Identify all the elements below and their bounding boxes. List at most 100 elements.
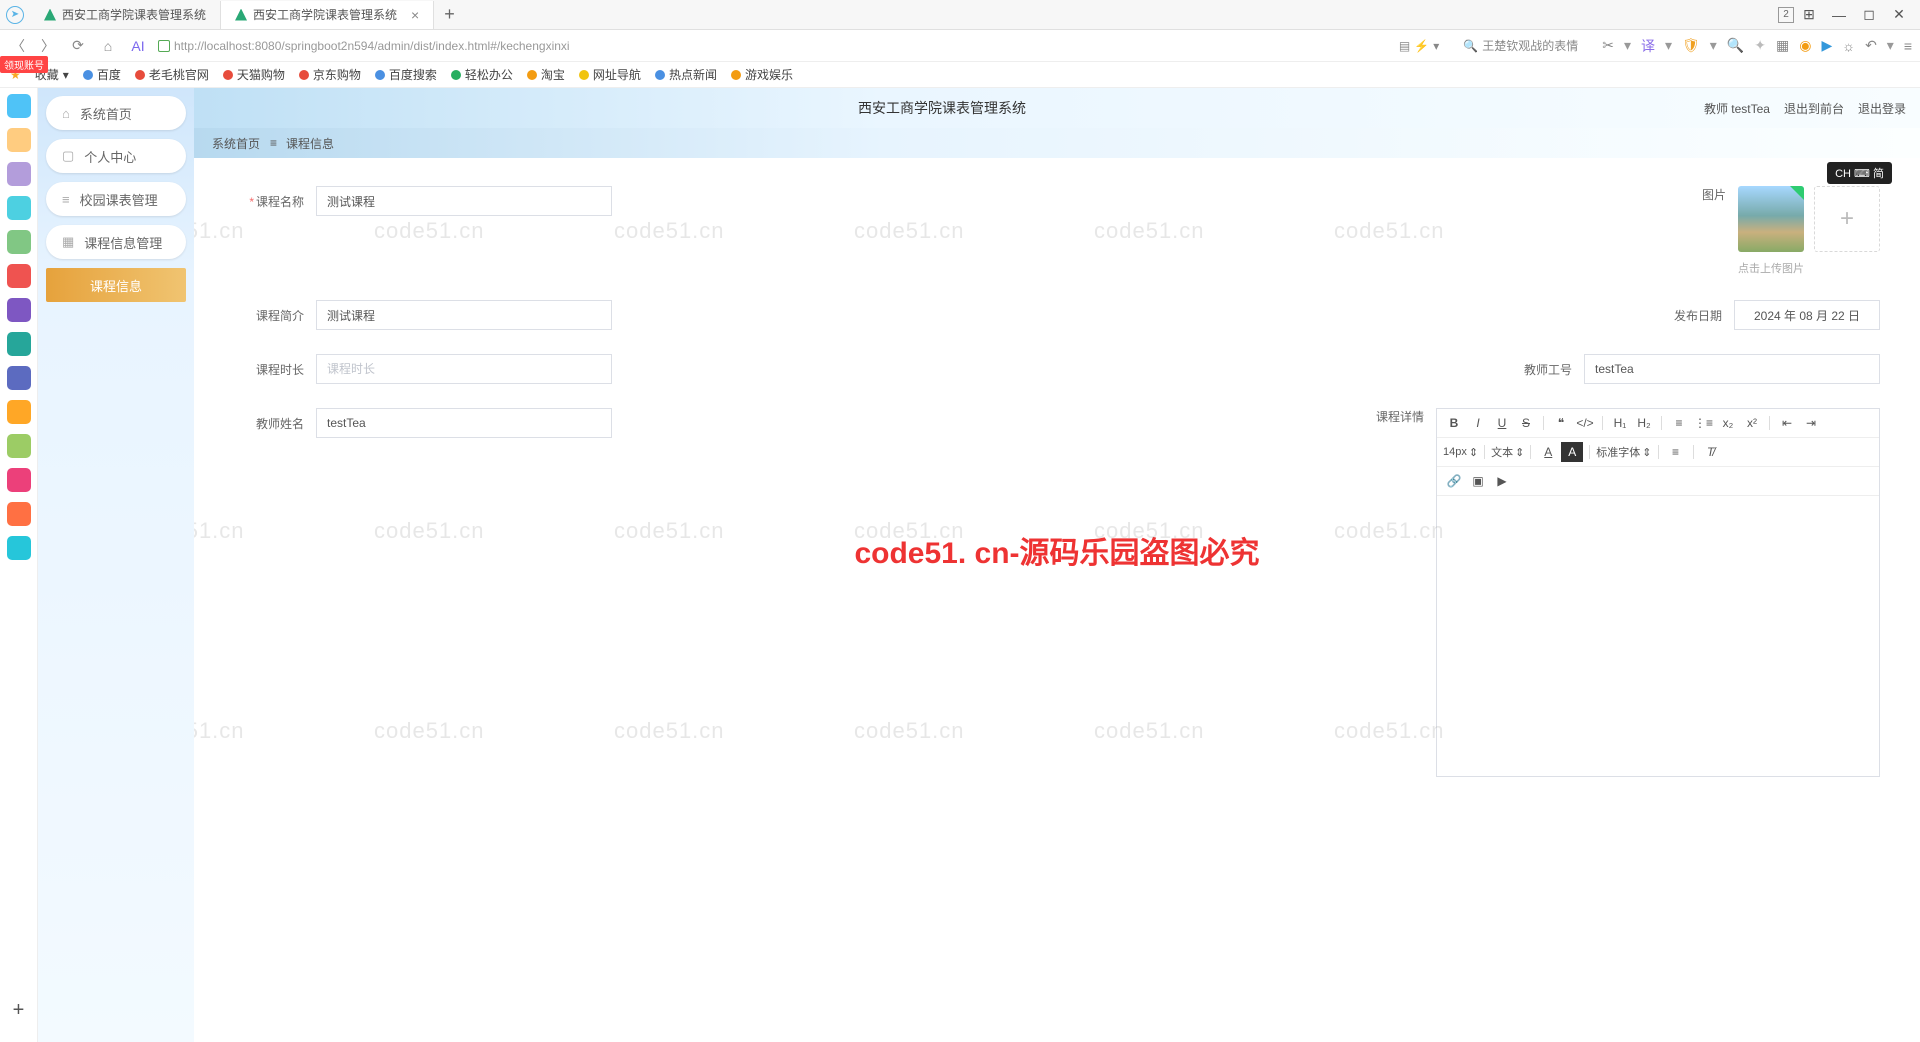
- dock-icon[interactable]: [7, 94, 31, 118]
- editor-code-icon[interactable]: </>: [1574, 413, 1596, 433]
- editor-sup-icon[interactable]: x²: [1741, 413, 1763, 433]
- ai-icon[interactable]: AI: [128, 38, 148, 54]
- bookmark-item[interactable]: 游戏娱乐: [731, 66, 793, 83]
- image-thumbnail[interactable]: [1738, 186, 1804, 252]
- browser-logo-icon: ➤: [6, 6, 24, 24]
- logout-link[interactable]: 退出登录: [1858, 100, 1906, 117]
- nav-back-icon[interactable]: 〈: [8, 36, 28, 56]
- dock-add-icon[interactable]: +: [13, 999, 25, 1022]
- apps-icon[interactable]: ▦: [1776, 37, 1789, 54]
- menu-icon[interactable]: ≡: [1904, 38, 1912, 54]
- editor-align-icon[interactable]: ≡: [1665, 442, 1687, 462]
- extension-icon[interactable]: ✦: [1754, 37, 1766, 54]
- input-course-intro[interactable]: [316, 300, 612, 330]
- input-course-duration[interactable]: [316, 354, 612, 384]
- search-dropdown-icon[interactable]: ▾: [1433, 39, 1439, 53]
- url-field[interactable]: http://localhost:8080/springboot2n594/ad…: [158, 39, 570, 53]
- dock-icon[interactable]: [7, 298, 31, 322]
- image-upload-button[interactable]: +: [1814, 186, 1880, 252]
- tab-count-badge[interactable]: 2: [1778, 7, 1794, 23]
- qr-icon[interactable]: ▤: [1399, 39, 1410, 53]
- nav-home-icon[interactable]: ⌂: [98, 38, 118, 54]
- editor-fontsize-select[interactable]: 14px ⇕: [1443, 446, 1478, 459]
- editor-outdent-icon[interactable]: ⇤: [1776, 413, 1798, 433]
- editor-strike-icon[interactable]: S: [1515, 413, 1537, 433]
- cut-icon[interactable]: ✂: [1602, 37, 1614, 54]
- dock-icon[interactable]: [7, 264, 31, 288]
- editor-text-select[interactable]: 文本 ⇕: [1491, 444, 1524, 460]
- nav-schedule[interactable]: ≡校园课表管理: [46, 182, 186, 216]
- editor-quote-icon[interactable]: ❝: [1550, 413, 1572, 433]
- browser-tab-0[interactable]: 西安工商学院课表管理系统: [30, 1, 221, 29]
- search-text[interactable]: 王楚钦观战的表情: [1482, 37, 1578, 54]
- bookmark-item[interactable]: 天猫购物: [223, 66, 285, 83]
- nav-forward-icon[interactable]: 〉: [38, 36, 58, 56]
- translate-icon[interactable]: 译: [1641, 36, 1655, 56]
- dock-icon[interactable]: [7, 332, 31, 356]
- tab-close-icon[interactable]: ×: [411, 7, 419, 23]
- undo-icon[interactable]: ↶: [1865, 37, 1877, 54]
- input-teacher-name[interactable]: [316, 408, 612, 438]
- dock-icon[interactable]: [7, 162, 31, 186]
- dock-icon[interactable]: [7, 434, 31, 458]
- dock-icon[interactable]: [7, 400, 31, 424]
- input-teacher-no[interactable]: [1584, 354, 1880, 384]
- editor-ol-icon[interactable]: ≡: [1668, 413, 1690, 433]
- exit-front-link[interactable]: 退出到前台: [1784, 100, 1844, 117]
- window-minimize-icon[interactable]: —: [1824, 7, 1854, 23]
- zoom-icon[interactable]: 🔍: [1727, 37, 1744, 54]
- editor-underline-icon[interactable]: U: [1491, 413, 1513, 433]
- dock-icon[interactable]: [7, 536, 31, 560]
- nav-course-info-active[interactable]: 课程信息: [46, 268, 186, 302]
- bookmark-item[interactable]: 网址导航: [579, 66, 641, 83]
- browser-tab-1[interactable]: 西安工商学院课表管理系统 ×: [221, 1, 434, 29]
- editor-h1-icon[interactable]: H₁: [1609, 413, 1631, 433]
- dock-icon[interactable]: [7, 366, 31, 390]
- input-course-name[interactable]: [316, 186, 612, 216]
- bookmark-item[interactable]: 淘宝: [527, 66, 565, 83]
- breadcrumb-home[interactable]: 系统首页: [212, 135, 260, 152]
- bookmark-item[interactable]: 京东购物: [299, 66, 361, 83]
- shield-icon: [158, 40, 170, 52]
- nav-reload-icon[interactable]: ⟳: [68, 37, 88, 54]
- window-close-icon[interactable]: ✕: [1884, 6, 1914, 23]
- editor-link-icon[interactable]: 🔗: [1443, 471, 1465, 491]
- bookmark-item[interactable]: 热点新闻: [655, 66, 717, 83]
- dock-icon[interactable]: [7, 468, 31, 492]
- editor-bgcolor-icon[interactable]: A: [1561, 442, 1583, 462]
- bookmark-item[interactable]: 百度: [83, 66, 121, 83]
- editor-clear-icon[interactable]: T̸: [1700, 442, 1722, 462]
- promo-tag[interactable]: 领现账号: [0, 56, 48, 73]
- editor-h2-icon[interactable]: H₂: [1633, 413, 1655, 433]
- editor-ul-icon[interactable]: ⋮≡: [1692, 413, 1715, 433]
- editor-indent-icon[interactable]: ⇥: [1800, 413, 1822, 433]
- dock-icon[interactable]: [7, 128, 31, 152]
- editor-image-icon[interactable]: ▣: [1467, 471, 1489, 491]
- bolt-icon[interactable]: ⚡: [1414, 39, 1429, 53]
- play-icon[interactable]: ▶: [1821, 37, 1832, 54]
- editor-bold-icon[interactable]: B: [1443, 413, 1465, 433]
- bookmark-item[interactable]: 轻松办公: [451, 66, 513, 83]
- settings-icon[interactable]: ☼: [1842, 38, 1855, 54]
- editor-video-icon[interactable]: ▶: [1491, 471, 1513, 491]
- bookmark-icon: [223, 70, 233, 80]
- window-menu-icon[interactable]: ⊞: [1794, 6, 1824, 23]
- nav-profile[interactable]: ▢个人中心: [46, 139, 186, 173]
- nav-home[interactable]: ⌂系统首页: [46, 96, 186, 130]
- dock-icon[interactable]: [7, 230, 31, 254]
- editor-body[interactable]: [1437, 496, 1879, 776]
- input-publish-date[interactable]: [1734, 300, 1880, 330]
- editor-color-icon[interactable]: A: [1537, 442, 1559, 462]
- globe-icon[interactable]: ◉: [1799, 37, 1811, 54]
- dock-icon[interactable]: [7, 196, 31, 220]
- security-icon[interactable]: 🛡: [1682, 37, 1700, 54]
- window-maximize-icon[interactable]: ◻: [1854, 6, 1884, 23]
- nav-course-manage[interactable]: ▦课程信息管理: [46, 225, 186, 259]
- editor-fontfamily-select[interactable]: 标准字体 ⇕: [1596, 444, 1651, 460]
- editor-italic-icon[interactable]: I: [1467, 413, 1489, 433]
- bookmark-item[interactable]: 百度搜索: [375, 66, 437, 83]
- editor-sub-icon[interactable]: x₂: [1717, 413, 1739, 433]
- new-tab-button[interactable]: +: [434, 4, 465, 25]
- bookmark-item[interactable]: 老毛桃官网: [135, 66, 209, 83]
- dock-icon[interactable]: [7, 502, 31, 526]
